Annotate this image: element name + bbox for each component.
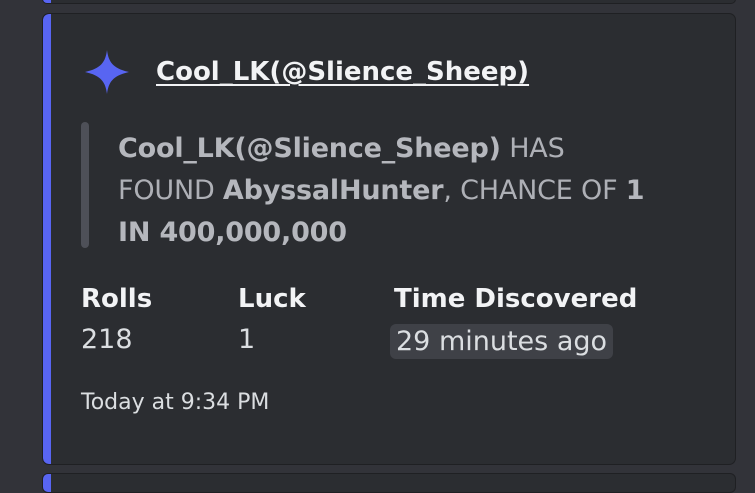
field-luck: Luck 1	[238, 284, 306, 355]
chance-of-text: , CHANCE OF	[443, 175, 626, 206]
field-label: Rolls	[81, 284, 153, 314]
item-name: AbyssalHunter	[222, 175, 444, 206]
embed-accent-bar	[43, 0, 51, 3]
player-name: Cool_LK(@Slience_Sheep)	[118, 133, 501, 164]
sparkle-icon	[85, 50, 129, 94]
quote-bar	[81, 122, 89, 248]
description-text: Cool_LK(@Slience_Sheep) HAS FOUND Abyssa…	[118, 128, 668, 254]
author-name-link[interactable]: Cool_LK(@Slience_Sheep)	[156, 57, 529, 87]
embed-accent-bar	[43, 474, 51, 492]
field-value: 1	[238, 324, 256, 355]
field-value: 29 minutes ago	[390, 324, 637, 359]
field-rolls: Rolls 218	[81, 284, 152, 355]
embed-author: Cool_LK(@Slience_Sheep)	[83, 48, 529, 96]
field-label: Luck	[238, 284, 306, 314]
embed-accent-bar	[43, 14, 51, 464]
relative-timestamp[interactable]: 29 minutes ago	[390, 324, 614, 359]
embed-footer-timestamp: Today at 9:34 PM	[81, 390, 270, 415]
next-embed	[42, 473, 736, 493]
field-label: Time Discovered	[394, 284, 638, 314]
previous-embed	[42, 0, 736, 4]
description-quote: Cool_LK(@Slience_Sheep) HAS FOUND Abyssa…	[81, 122, 661, 250]
embed-card: Cool_LK(@Slience_Sheep) Cool_LK(@Slience…	[42, 13, 736, 465]
field-value: 218	[81, 324, 133, 355]
field-time-discovered: Time Discovered 29 minutes ago	[390, 284, 638, 359]
